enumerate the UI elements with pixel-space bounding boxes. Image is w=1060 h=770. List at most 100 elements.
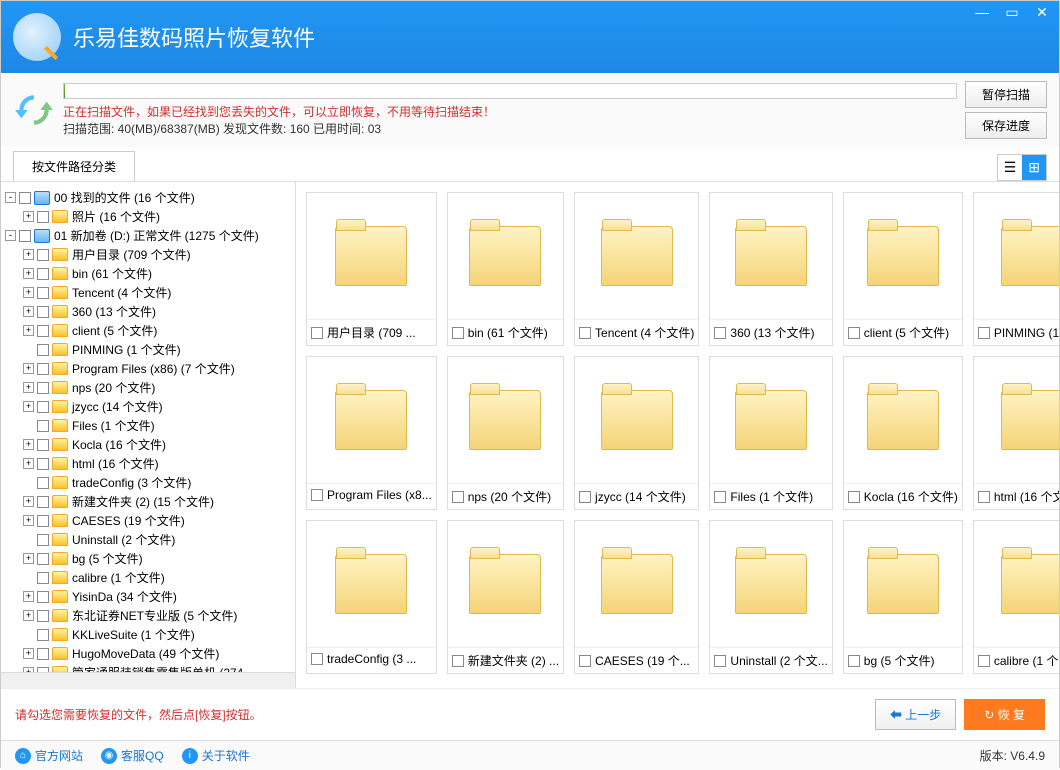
checkbox[interactable] xyxy=(37,401,49,413)
tree-item[interactable]: Uninstall (2 个文件) xyxy=(5,530,291,549)
checkbox[interactable] xyxy=(311,653,323,665)
folder-card[interactable]: Tencent (4 个文件) xyxy=(574,192,699,346)
checkbox[interactable] xyxy=(37,249,49,261)
checkbox[interactable] xyxy=(19,192,31,204)
expand-icon[interactable]: + xyxy=(23,458,34,469)
checkbox[interactable] xyxy=(452,491,464,503)
checkbox[interactable] xyxy=(978,491,990,503)
expand-icon[interactable]: + xyxy=(23,268,34,279)
tree-item[interactable]: +YisinDa (34 个文件) xyxy=(5,587,291,606)
recover-button[interactable]: ↻ 恢 复 xyxy=(964,699,1045,730)
folder-card[interactable]: 用户目录 (709 ... xyxy=(306,192,437,346)
tree-item[interactable]: +bg (5 个文件) xyxy=(5,549,291,568)
minimize-button[interactable]: — xyxy=(973,5,991,19)
checkbox[interactable] xyxy=(37,287,49,299)
checkbox[interactable] xyxy=(37,344,49,356)
expand-icon[interactable]: + xyxy=(23,401,34,412)
folder-card[interactable]: Files (1 个文件) xyxy=(709,356,832,510)
expand-icon[interactable]: + xyxy=(23,249,34,260)
tree-item[interactable]: +bin (61 个文件) xyxy=(5,264,291,283)
checkbox[interactable] xyxy=(579,655,591,667)
folder-card[interactable]: 360 (13 个文件) xyxy=(709,192,832,346)
checkbox[interactable] xyxy=(37,572,49,584)
checkbox[interactable] xyxy=(37,363,49,375)
checkbox[interactable] xyxy=(37,325,49,337)
about-link[interactable]: i关于软件 xyxy=(182,747,250,764)
expand-icon[interactable]: + xyxy=(23,496,34,507)
checkbox[interactable] xyxy=(37,534,49,546)
checkbox[interactable] xyxy=(37,610,49,622)
folder-card[interactable]: bin (61 个文件) xyxy=(447,192,564,346)
tree-item[interactable]: +Kocla (16 个文件) xyxy=(5,435,291,454)
checkbox[interactable] xyxy=(848,327,860,339)
checkbox[interactable] xyxy=(37,648,49,660)
expand-icon[interactable]: + xyxy=(23,325,34,336)
tree-item[interactable]: +client (5 个文件) xyxy=(5,321,291,340)
tree-item[interactable]: +nps (20 个文件) xyxy=(5,378,291,397)
tree-item[interactable]: +Program Files (x86) (7 个文件) xyxy=(5,359,291,378)
folder-card[interactable]: PINMING (1 个文... xyxy=(973,192,1059,346)
expand-icon[interactable]: + xyxy=(23,382,34,393)
checkbox[interactable] xyxy=(37,439,49,451)
tree-item[interactable]: +HugoMoveData (49 个文件) xyxy=(5,644,291,663)
close-button[interactable]: ✕ xyxy=(1033,5,1051,19)
checkbox[interactable] xyxy=(37,211,49,223)
tree-item[interactable]: +用户目录 (709 个文件) xyxy=(5,245,291,264)
checkbox[interactable] xyxy=(978,327,990,339)
expand-icon[interactable]: - xyxy=(5,230,16,241)
save-progress-button[interactable]: 保存进度 xyxy=(965,112,1047,139)
checkbox[interactable] xyxy=(311,489,323,501)
checkbox[interactable] xyxy=(37,496,49,508)
expand-icon[interactable]: - xyxy=(5,192,16,203)
expand-icon[interactable]: + xyxy=(23,515,34,526)
expand-icon[interactable]: + xyxy=(23,439,34,450)
folder-card[interactable]: tradeConfig (3 ... xyxy=(306,520,437,674)
checkbox[interactable] xyxy=(37,268,49,280)
tree-item[interactable]: +新建文件夹 (2) (15 个文件) xyxy=(5,492,291,511)
checkbox[interactable] xyxy=(714,655,726,667)
tree-item[interactable]: +CAESES (19 个文件) xyxy=(5,511,291,530)
expand-icon[interactable]: + xyxy=(23,591,34,602)
tree-item[interactable]: +jzycc (14 个文件) xyxy=(5,397,291,416)
tree-item[interactable]: +360 (13 个文件) xyxy=(5,302,291,321)
checkbox[interactable] xyxy=(37,629,49,641)
checkbox[interactable] xyxy=(848,491,860,503)
file-tree[interactable]: -00 找到的文件 (16 个文件)+照片 (16 个文件)-01 新加卷 (D… xyxy=(1,182,296,688)
tree-item[interactable]: tradeConfig (3 个文件) xyxy=(5,473,291,492)
checkbox[interactable] xyxy=(37,420,49,432)
checkbox[interactable] xyxy=(37,382,49,394)
tree-item[interactable]: KKLiveSuite (1 个文件) xyxy=(5,625,291,644)
view-list-button[interactable]: ☰ xyxy=(998,155,1023,180)
tree-item[interactable]: +照片 (16 个文件) xyxy=(5,207,291,226)
expand-icon[interactable]: + xyxy=(23,610,34,621)
checkbox[interactable] xyxy=(714,327,726,339)
horizontal-scrollbar[interactable] xyxy=(1,672,295,688)
checkbox[interactable] xyxy=(978,655,990,667)
tree-item[interactable]: +Tencent (4 个文件) xyxy=(5,283,291,302)
folder-card[interactable]: calibre (1 个文件) xyxy=(973,520,1059,674)
pause-scan-button[interactable]: 暂停扫描 xyxy=(965,81,1047,108)
folder-card[interactable]: nps (20 个文件) xyxy=(447,356,564,510)
expand-icon[interactable]: + xyxy=(23,211,34,222)
expand-icon[interactable]: + xyxy=(23,648,34,659)
folder-card[interactable]: 新建文件夹 (2) ... xyxy=(447,520,564,674)
expand-icon[interactable]: + xyxy=(23,553,34,564)
checkbox[interactable] xyxy=(37,458,49,470)
folder-card[interactable]: html (16 个文件) xyxy=(973,356,1059,510)
tree-item[interactable]: -00 找到的文件 (16 个文件) xyxy=(5,188,291,207)
folder-card[interactable]: Program Files (x8... xyxy=(306,356,437,510)
tree-item[interactable]: calibre (1 个文件) xyxy=(5,568,291,587)
folder-card[interactable]: jzycc (14 个文件) xyxy=(574,356,699,510)
checkbox[interactable] xyxy=(37,591,49,603)
checkbox[interactable] xyxy=(37,477,49,489)
tree-item[interactable]: Files (1 个文件) xyxy=(5,416,291,435)
folder-grid-area[interactable]: 用户目录 (709 ...bin (61 个文件)Tencent (4 个文件)… xyxy=(296,182,1059,688)
checkbox[interactable] xyxy=(579,491,591,503)
checkbox[interactable] xyxy=(452,655,464,667)
official-site-link[interactable]: ⌂官方网站 xyxy=(15,747,83,764)
checkbox[interactable] xyxy=(452,327,464,339)
prev-step-button[interactable]: ⬅ 上一步 xyxy=(875,699,956,730)
checkbox[interactable] xyxy=(579,327,591,339)
tree-item[interactable]: +html (16 个文件) xyxy=(5,454,291,473)
tree-item[interactable]: -01 新加卷 (D:) 正常文件 (1275 个文件) xyxy=(5,226,291,245)
